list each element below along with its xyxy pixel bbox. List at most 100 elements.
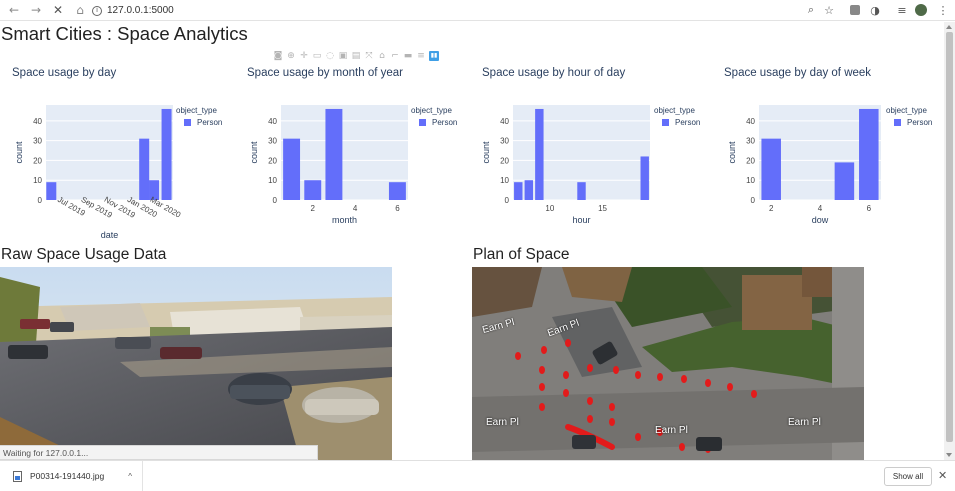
street-label: Earn Pl <box>486 417 519 428</box>
hover-compare-icon[interactable]: ≡ <box>416 51 426 61</box>
bar[interactable] <box>283 138 301 200</box>
x-axis-title: month <box>332 215 357 225</box>
y-tick-label: 0 <box>505 196 510 205</box>
reading-list-icon[interactable]: ≡ <box>895 3 909 17</box>
bar[interactable] <box>640 156 649 200</box>
menu-kebab-icon[interactable]: ⋮ <box>936 3 950 17</box>
y-tick-label: 40 <box>500 117 509 126</box>
chart-usage-by-hour: Space usage by hour of day 0 10 20 30 40 10 15… <box>470 62 705 242</box>
x-tick-label: 2 <box>311 204 316 213</box>
image-file-icon <box>13 470 22 482</box>
show-all-button[interactable]: Show all <box>884 467 932 486</box>
reset-axes-icon[interactable]: ⌂ <box>377 51 387 61</box>
download-filename: P00314-191440.jpg <box>30 471 105 481</box>
bar[interactable] <box>859 108 879 200</box>
y-axis-title: count <box>249 141 259 164</box>
legend-title: object_type <box>411 106 452 115</box>
legend-swatch[interactable] <box>662 119 669 127</box>
url-text: 127.0.0.1:5000 <box>107 5 174 16</box>
box-select-icon[interactable]: ▭ <box>312 51 322 61</box>
extension-icon[interactable] <box>848 3 862 17</box>
zoom-icon[interactable]: ⌕ <box>804 3 818 17</box>
bar[interactable] <box>304 180 322 200</box>
back-icon[interactable]: ← <box>6 2 22 18</box>
y-axis-title: count <box>727 141 737 164</box>
bar[interactable] <box>325 108 343 200</box>
legend-title: object_type <box>886 106 927 115</box>
bar[interactable] <box>577 182 586 200</box>
bookmark-star-icon[interactable]: ☆ <box>822 3 836 17</box>
scrollbar-thumb[interactable] <box>946 32 953 442</box>
y-tick-label: 10 <box>500 176 509 185</box>
y-tick-label: 40 <box>268 117 277 126</box>
hover-closest-icon[interactable]: ▬ <box>403 51 413 61</box>
x-axis-title: dow <box>812 215 829 225</box>
legend-swatch[interactable] <box>184 119 191 127</box>
bar[interactable] <box>388 182 406 200</box>
status-bar: Waiting for 127.0.0.1... <box>0 445 318 460</box>
street-label: Earn Pl <box>655 425 688 436</box>
page-title: Smart Cities : Space Analytics <box>1 23 248 44</box>
legend-item[interactable]: Person <box>675 118 700 127</box>
plan-heading: Plan of Space <box>473 246 570 263</box>
extension-2-icon[interactable]: ◑ <box>868 3 882 17</box>
y-tick-label: 10 <box>33 176 42 185</box>
x-tick-label: 2 <box>769 204 774 213</box>
bar[interactable] <box>46 182 57 200</box>
spike-lines-icon[interactable]: ⌐ <box>390 51 400 61</box>
y-tick-label: 20 <box>33 156 42 165</box>
chevron-up-icon[interactable]: ^ <box>128 472 132 481</box>
x-tick-label: 6 <box>395 204 400 213</box>
legend-item[interactable]: Person <box>197 118 222 127</box>
bar[interactable] <box>834 162 855 200</box>
bar[interactable] <box>139 138 150 200</box>
zoom-in-icon[interactable]: ⊕ <box>286 51 296 61</box>
forward-icon[interactable]: → <box>28 2 44 18</box>
plan-map-image: Earn Pl Earn Pl Earn Pl Earn Pl Earn Pl <box>472 267 864 460</box>
chart-legend: object_type Person <box>886 106 932 127</box>
bar[interactable] <box>761 138 781 200</box>
info-icon[interactable]: i <box>92 5 102 16</box>
pan-icon[interactable]: ✛ <box>299 51 309 61</box>
bar[interactable] <box>161 108 172 200</box>
legend-swatch[interactable] <box>419 119 426 127</box>
legend-swatch[interactable] <box>894 119 901 127</box>
y-tick-label: 20 <box>746 156 755 165</box>
chart-legend: object_type Person <box>411 106 457 127</box>
street-label: Earn Pl <box>788 417 821 428</box>
x-tick-label: 4 <box>353 204 358 213</box>
downloads-bar: P00314-191440.jpg ^ Show all ✕ <box>0 460 955 491</box>
bar[interactable] <box>514 182 523 200</box>
lasso-icon[interactable]: ◌ <box>325 51 335 61</box>
download-item[interactable]: P00314-191440.jpg ^ <box>0 461 143 491</box>
chart-svg: 0 10 20 30 40 10 15 hour count <box>481 105 650 225</box>
bar[interactable] <box>535 108 544 200</box>
address-bar[interactable]: i 127.0.0.1:5000 <box>92 2 852 19</box>
y-tick-label: 0 <box>38 196 43 205</box>
legend-title: object_type <box>176 106 217 115</box>
y-tick-label: 30 <box>746 137 755 146</box>
y-axis-title: count <box>481 141 491 164</box>
stop-icon[interactable]: ✕ <box>50 2 66 18</box>
zoom-plus-icon[interactable]: ▣ <box>338 51 348 61</box>
x-tick-label: 10 <box>545 204 554 213</box>
plotly-logo-icon[interactable]: ▮▮ <box>429 51 439 61</box>
x-tick-label: 15 <box>598 204 607 213</box>
camera-icon[interactable]: ◙ <box>273 51 283 61</box>
home-icon[interactable]: ⌂ <box>72 2 88 18</box>
scroll-down-icon[interactable] <box>946 453 952 457</box>
avatar[interactable] <box>914 3 928 17</box>
legend-item[interactable]: Person <box>432 118 457 127</box>
scroll-up-icon[interactable] <box>946 25 952 29</box>
chart-svg: 0 10 20 30 40 2 4 6 month count <box>249 105 408 225</box>
chart-usage-by-day: Space usage by day 0 10 20 30 40 Jul 2019 Sep … <box>0 62 235 242</box>
vertical-scrollbar[interactable] <box>944 22 955 460</box>
y-tick-label: 20 <box>500 156 509 165</box>
close-icon[interactable]: ✕ <box>938 469 947 482</box>
y-tick-label: 0 <box>273 196 278 205</box>
zoom-minus-icon[interactable]: ▤ <box>351 51 361 61</box>
autoscale-icon[interactable]: ⤧ <box>364 51 374 61</box>
bar[interactable] <box>524 180 534 200</box>
x-tick-label: 6 <box>867 204 872 213</box>
legend-item[interactable]: Person <box>907 118 932 127</box>
